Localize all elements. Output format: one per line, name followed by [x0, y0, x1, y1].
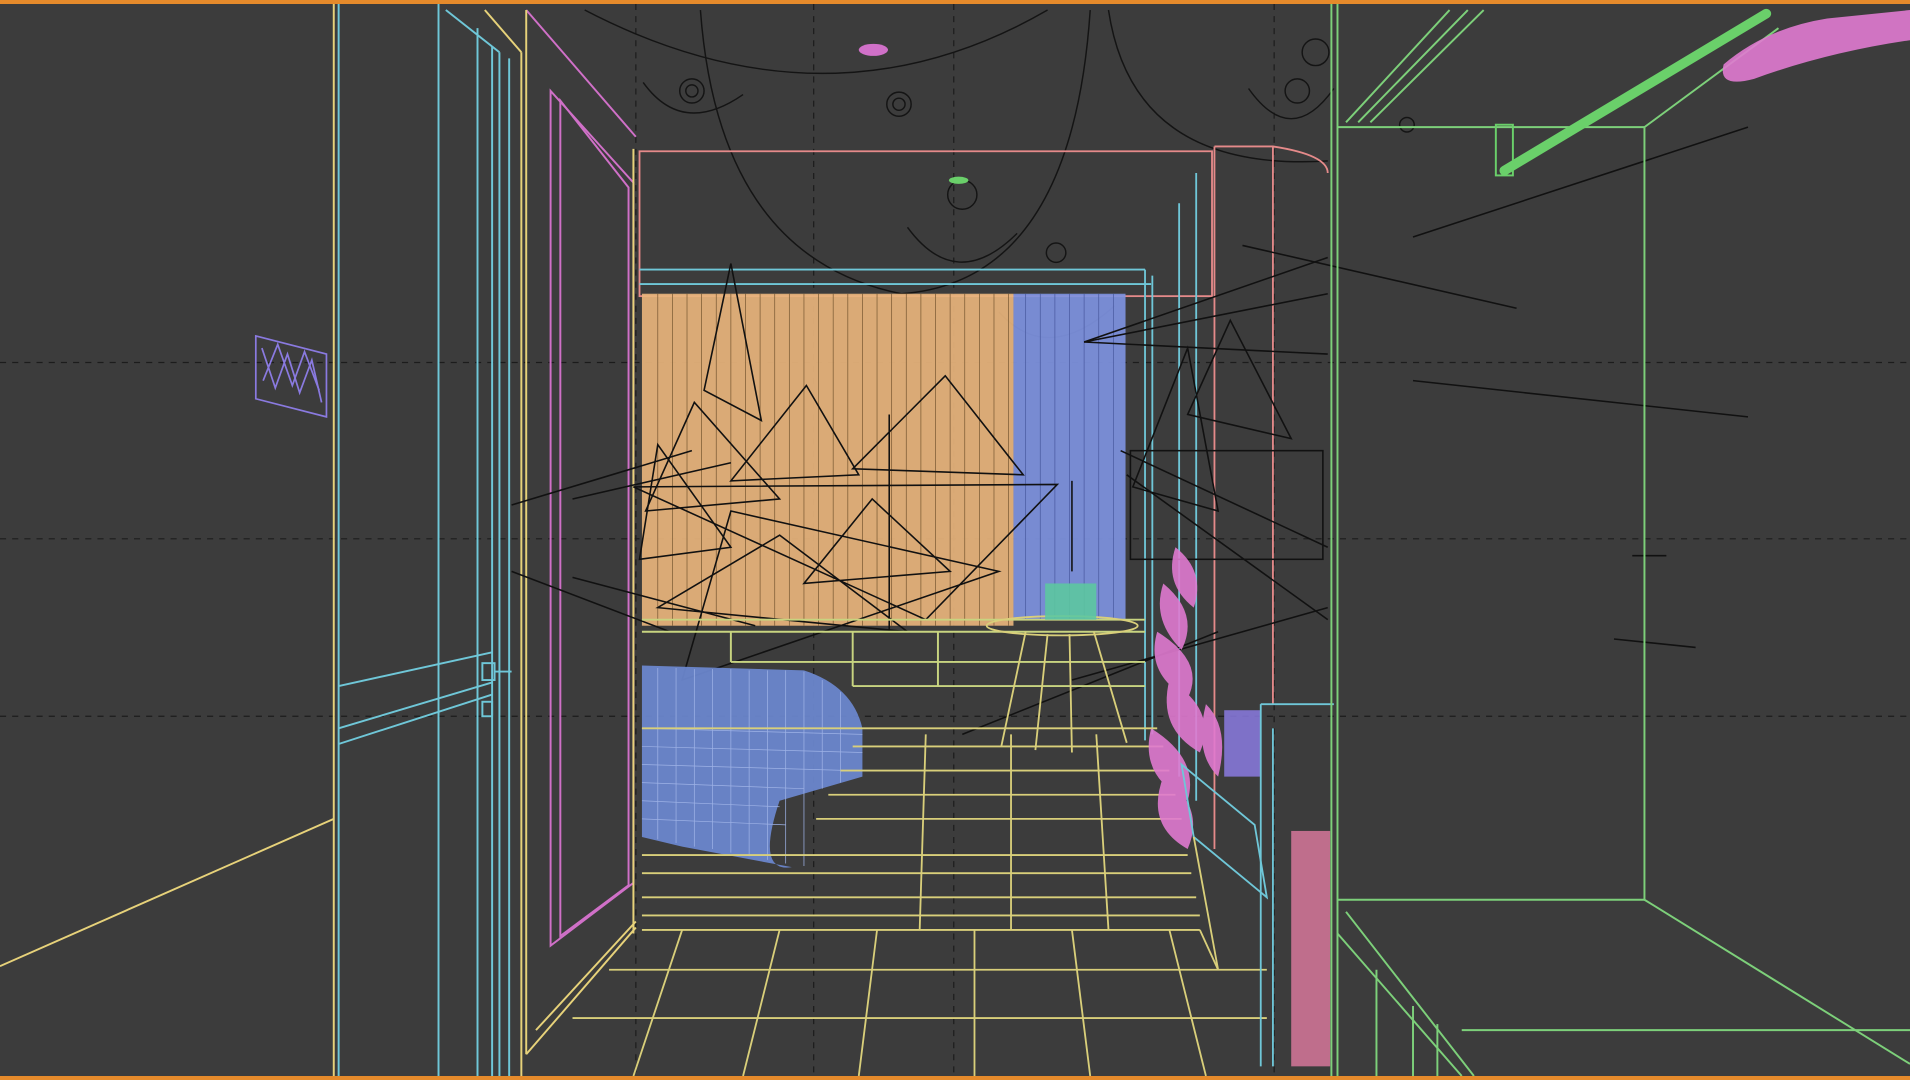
- viewport-mode-indicator: [0, 4, 1, 5]
- wireframe-scene[interactable]: [0, 4, 1910, 1076]
- ceiling-spot-pink: [858, 43, 889, 56]
- ceiling-spot-green: [948, 176, 969, 184]
- table-lamp: [1045, 583, 1097, 620]
- perspective-viewport[interactable]: [0, 0, 1910, 1080]
